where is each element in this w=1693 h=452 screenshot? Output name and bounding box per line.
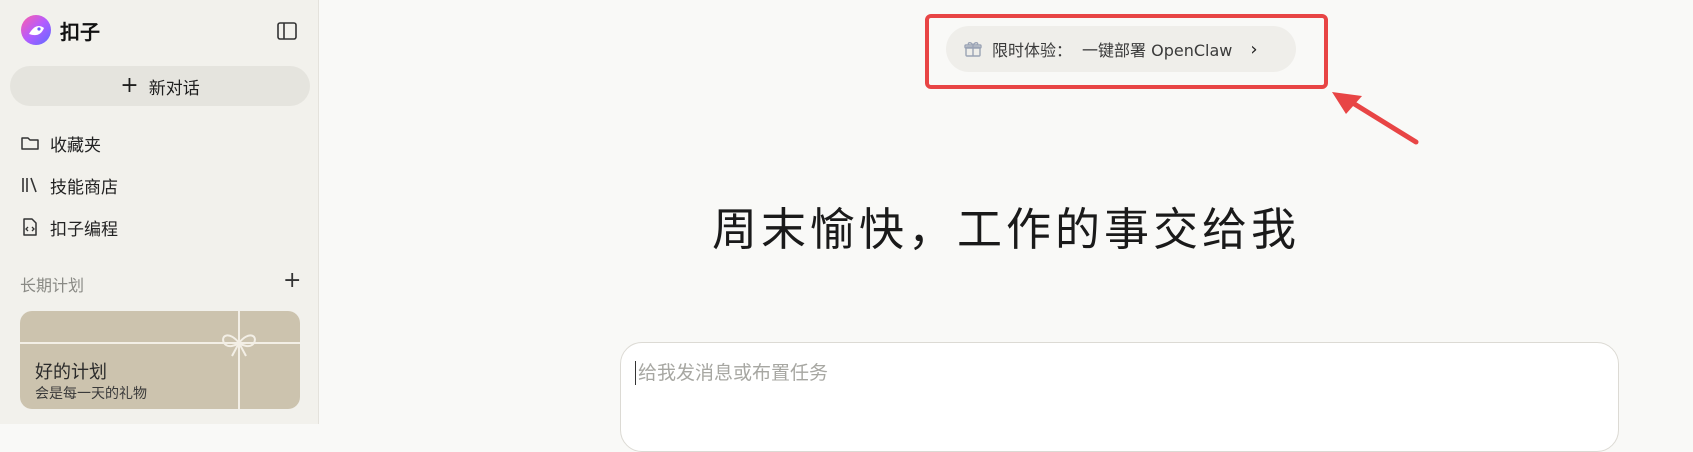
sidebar-item-skill-store[interactable]: 技能商店	[20, 171, 118, 199]
folder-icon	[21, 137, 39, 150]
sidebar-item-label: 技能商店	[50, 177, 118, 198]
hero-title: 周末愉快，工作的事交给我	[711, 203, 1300, 256]
gift-bow-icon	[222, 334, 256, 357]
sidebar-item-label: 收藏夹	[50, 135, 101, 156]
new-chat-button[interactable]: + 新对话	[10, 66, 310, 106]
long-term-plan-heading: 长期计划	[20, 276, 85, 295]
sidebar-toggle-icon[interactable]	[276, 20, 298, 42]
ribbon-decoration	[238, 311, 240, 409]
code-file-icon	[23, 218, 37, 236]
sidebar: 扣子 + 新对话 收藏夹 技能商店 扣子编程 长期计划 + 好的计划 会是每一天…	[0, 0, 319, 424]
brand-name: 扣子	[60, 19, 100, 44]
plan-card[interactable]: 好的计划 会是每一天的礼物	[20, 311, 300, 409]
promo-label: 限时体验：	[992, 41, 1073, 60]
add-plan-button[interactable]: +	[283, 270, 301, 292]
coze-logo-icon	[21, 15, 51, 45]
brand[interactable]: 扣子	[20, 14, 100, 46]
sidebar-item-coze-coding[interactable]: 扣子编程	[20, 213, 118, 241]
plan-card-title: 好的计划	[35, 362, 107, 383]
sidebar-item-favorites[interactable]: 收藏夹	[20, 129, 101, 157]
promo-text: 一键部署 OpenClaw	[1082, 41, 1233, 60]
new-chat-label: 新对话	[148, 78, 200, 99]
sidebar-item-label: 扣子编程	[50, 219, 118, 240]
promo-banner-button[interactable]: 限时体验： 一键部署 OpenClaw ›	[946, 26, 1296, 72]
plan-card-subtitle: 会是每一天的礼物	[35, 386, 147, 402]
plus-icon: +	[120, 73, 139, 98]
red-arrow-annotation	[1332, 92, 1419, 145]
library-icon	[22, 177, 37, 193]
message-composer[interactable]	[620, 342, 1619, 452]
message-input[interactable]	[635, 361, 1600, 385]
gift-icon	[964, 42, 982, 57]
chevron-right-icon: ›	[1250, 38, 1258, 60]
